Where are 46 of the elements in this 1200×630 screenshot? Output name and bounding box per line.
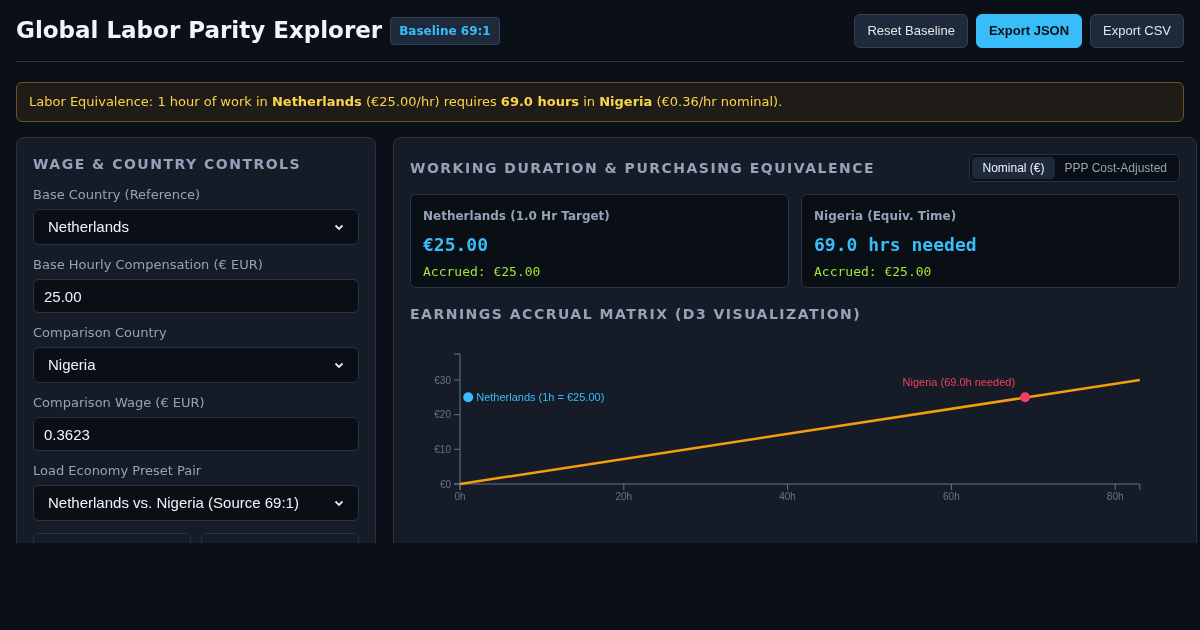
y-tick-label: €30: [434, 374, 451, 386]
field-label: Comparison Country: [33, 325, 168, 341]
card-value: €25.00: [423, 233, 490, 257]
card-value: 69.0 hrs needed: [814, 233, 978, 257]
panel-heading: WORKING DURATION & PURCHASING EQUIVALENCE: [410, 158, 876, 178]
country-select[interactable]: Netherlands vs. Nigeria (Source 69:1): [33, 485, 359, 521]
card-title: Netherlands (1.0 Hr Target): [423, 208, 611, 225]
card-title: Nigeria (Equiv. Time): [814, 208, 958, 225]
y-tick-label: €10: [434, 443, 451, 455]
data-point: [463, 392, 474, 403]
point-label: Nigeria (69.0h needed): [902, 376, 1016, 389]
toolbar-button[interactable]: Export JSON: [975, 13, 1083, 48]
field-label: Comparison Wage (€ EUR): [33, 395, 206, 411]
data-point: [1020, 392, 1031, 403]
chevron-icon: [334, 361, 344, 369]
panel-heading: WAGE & COUNTRY CONTROLS: [33, 155, 303, 174]
equivalence-alert: Labor Equivalence: 1 hour of work in Netherlands (€25.00/hr) requires 69.0 hours in Nigeria (€0.36/hr nominal).: [16, 82, 1184, 122]
ratio-badge: Baseline 69:1: [390, 16, 500, 45]
toolbar-button[interactable]: Reset Baseline: [854, 13, 968, 48]
mode-tab[interactable]: PPP Cost-Adjusted: [1054, 157, 1177, 179]
x-tick-label: 0h: [454, 491, 466, 502]
field-label: Load Economy Preset Pair: [33, 463, 203, 479]
toolbar-button[interactable]: Export CSV: [1090, 13, 1184, 48]
y-tick-label: €0: [439, 478, 451, 490]
wage-input[interactable]: 25.00: [33, 279, 359, 313]
x-tick-label: 20h: [615, 491, 633, 502]
x-tick-label: 40h: [779, 491, 796, 502]
y-tick-label: €20: [434, 409, 451, 421]
wage-input[interactable]: 0.3623: [33, 417, 359, 451]
select-value: Netherlands vs. Nigeria (Source 69:1): [48, 492, 299, 513]
select-value: Netherlands: [48, 216, 129, 237]
field-label: Base Country (Reference): [33, 187, 202, 203]
select-value: Nigeria: [48, 354, 96, 375]
accrued-text: Accrued: €25.00: [423, 263, 542, 281]
mode-tab[interactable]: Nominal (€): [972, 157, 1055, 179]
field-label: Base Hourly Compensation (€ EUR): [33, 257, 264, 273]
x-tick-label: 60h: [943, 491, 960, 502]
section-heading: EARNINGS ACCRUAL MATRIX (D3 VISUALIZATION): [410, 305, 863, 324]
accrued-text: Accrued: €25.00: [814, 263, 933, 281]
chevron-icon: [334, 223, 344, 231]
country-select[interactable]: Netherlands: [33, 209, 359, 245]
app-title: Global Labor Parity Explorer: [16, 16, 383, 46]
chevron-icon: [334, 499, 344, 507]
x-tick-label: 80h: [1106, 491, 1124, 502]
point-label: Netherlands (1h = €25.00): [476, 391, 605, 404]
country-select[interactable]: Nigeria: [33, 347, 359, 383]
